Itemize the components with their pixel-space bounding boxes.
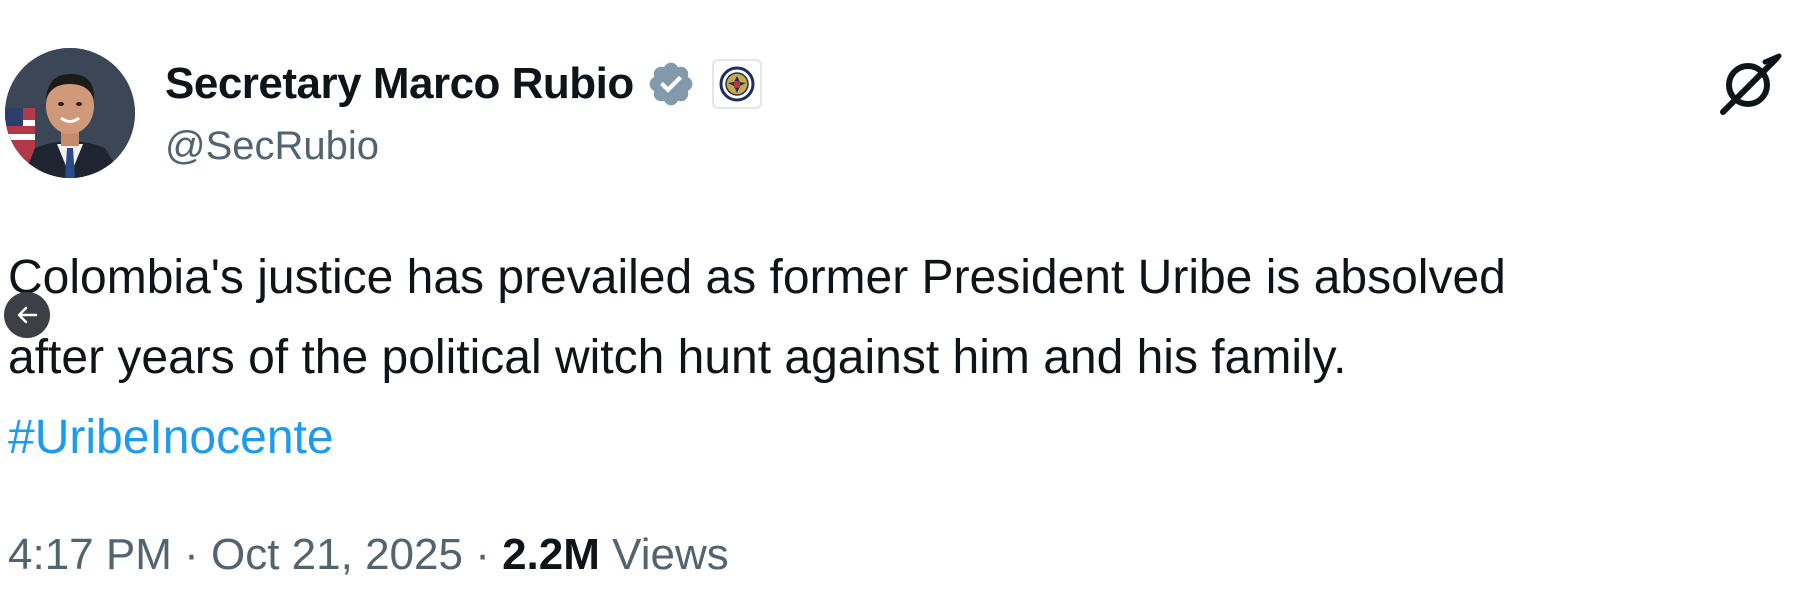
meta-separator: · xyxy=(475,530,490,579)
tweet-text: Colombia's justice has prevailed as form… xyxy=(8,238,1793,478)
avatar[interactable] xyxy=(5,48,135,178)
state-department-seal-icon[interactable] xyxy=(711,59,762,109)
hashtag-link[interactable]: #UribeInocente xyxy=(8,411,334,464)
views-label: Views xyxy=(612,530,729,579)
meta-separator: · xyxy=(184,530,199,579)
author-name-row: Secretary Marco Rubio xyxy=(165,54,762,114)
author-display-name[interactable]: Secretary Marco Rubio xyxy=(165,59,634,109)
grok-icon[interactable] xyxy=(1715,52,1785,118)
tweet-text-line: after years of the political witch hunt … xyxy=(8,331,1347,384)
tweet-text-line: Colombia's justice has prevailed as form… xyxy=(8,251,1506,304)
tweet-meta: 4:17 PM · Oct 21, 2025 · 2.2M Views xyxy=(8,530,729,580)
views-count[interactable]: 2.2M xyxy=(502,530,600,579)
arrow-left-icon xyxy=(17,306,38,324)
author-handle[interactable]: @SecRubio xyxy=(165,124,379,169)
tweet-time[interactable]: 4:17 PM xyxy=(8,530,172,579)
verified-badge-icon[interactable] xyxy=(646,59,696,109)
avatar-photo xyxy=(5,48,135,178)
tweet-date[interactable]: Oct 21, 2025 xyxy=(211,530,463,579)
back-button[interactable] xyxy=(4,292,50,338)
